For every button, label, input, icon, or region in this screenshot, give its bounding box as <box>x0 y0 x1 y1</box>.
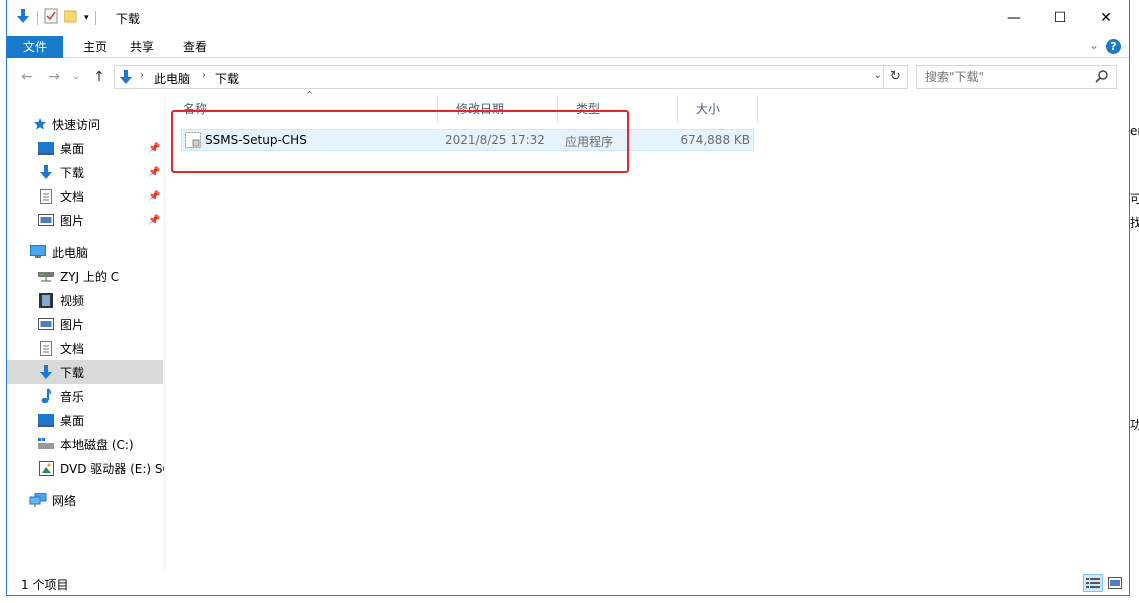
search-input[interactable] <box>925 69 1085 85</box>
ribbon-tabs: 文件 主页 共享 查看 ⌄ ? <box>7 36 1129 58</box>
highlight-box <box>171 110 629 173</box>
download-icon <box>37 163 55 181</box>
close-button[interactable]: ✕ <box>1083 0 1129 36</box>
sidebar-item-label: 快速访问 <box>52 117 101 132</box>
sidebar-item-documents[interactable]: 文档 <box>7 336 163 360</box>
desktop-icon <box>37 139 55 157</box>
network-icon <box>29 491 47 509</box>
help-icon[interactable]: ? <box>1106 39 1121 54</box>
document-icon <box>37 187 55 205</box>
sidebar-item-label: 此电脑 <box>52 245 89 260</box>
document-icon <box>37 339 55 357</box>
sidebar-item-desktop[interactable]: 桌面 <box>7 408 163 432</box>
recent-locations-button[interactable]: ⌄ <box>66 66 86 88</box>
sidebar-item-label: 文档 <box>60 189 85 204</box>
background-fragment: 功 <box>1130 418 1139 432</box>
sidebar-item-dvd-drive-e[interactable]: DVD 驱动器 (E:) SC <box>7 456 164 480</box>
column-header-size[interactable]: 大小 <box>678 95 758 123</box>
search-box[interactable] <box>916 65 1117 89</box>
pictures-icon <box>37 211 55 229</box>
maximize-button[interactable]: ☐ <box>1037 0 1083 36</box>
new-folder-icon[interactable] <box>63 9 78 26</box>
tab-share[interactable]: 共享 <box>117 36 167 58</box>
file-explorer-window: ▾ 下载 — ☐ ✕ 文件 主页 共享 查看 ⌄ ? ← → ⌄ ↑ › 此电脑… <box>6 0 1130 596</box>
breadcrumb-this-pc[interactable]: 此电脑 <box>154 70 190 87</box>
sidebar-item-pictures-pinned[interactable]: 图片 📌 <box>7 208 163 232</box>
status-bar: 1 个项目 <box>7 572 1129 594</box>
sidebar-item-label: 图片 <box>60 213 85 228</box>
sidebar-item-label: 桌面 <box>60 413 85 428</box>
breadcrumb-downloads[interactable]: 下载 <box>215 70 239 87</box>
sidebar-item-zyj-c[interactable]: ZYJ 上的 C <box>7 264 163 288</box>
sidebar-item-label: 下载 <box>60 165 85 180</box>
pin-icon[interactable]: 📌 <box>148 215 160 226</box>
sidebar-item-videos[interactable]: 视频 <box>7 288 163 312</box>
sidebar-item-pictures[interactable]: 图片 <box>7 312 163 336</box>
sidebar-item-downloads-pinned[interactable]: 下载 📌 <box>7 160 163 184</box>
pin-icon[interactable]: 📌 <box>148 143 160 154</box>
network-drive-icon <box>37 267 55 285</box>
back-button[interactable]: ← <box>17 66 37 88</box>
sidebar-item-music[interactable]: 音乐 <box>7 384 163 408</box>
properties-icon[interactable] <box>44 8 58 27</box>
navigation-bar: ← → ⌄ ↑ › 此电脑 › 下载 ⌄ ↻ <box>7 63 1129 91</box>
tab-home[interactable]: 主页 <box>70 36 120 58</box>
minimize-button[interactable]: — <box>991 0 1037 36</box>
customize-toolbar-icon[interactable]: ▾ <box>84 13 89 23</box>
up-button[interactable]: ↑ <box>89 66 109 88</box>
sidebar-item-label: 视频 <box>60 293 85 308</box>
background-fragment: er <box>1130 124 1139 138</box>
sidebar-item-label: 音乐 <box>60 389 85 404</box>
sidebar-item-desktop-pinned[interactable]: 桌面 📌 <box>7 136 163 160</box>
download-folder-icon <box>118 69 134 88</box>
star-icon <box>31 115 49 133</box>
sidebar-item-label: 桌面 <box>60 141 85 156</box>
pin-icon[interactable]: 📌 <box>148 167 160 178</box>
refresh-button[interactable]: ↻ <box>883 66 907 88</box>
window-title: 下载 <box>116 12 141 26</box>
address-bar[interactable]: › 此电脑 › 下载 ⌄ ↻ <box>114 65 908 89</box>
sidebar-item-label: ZYJ 上的 C <box>60 269 120 284</box>
pictures-icon <box>37 315 55 333</box>
breadcrumb-separator[interactable]: › <box>202 70 206 81</box>
pin-icon[interactable]: 📌 <box>148 191 160 202</box>
expand-ribbon-icon[interactable]: ⌄ <box>1089 38 1099 52</box>
details-view-button[interactable] <box>1083 574 1103 592</box>
tab-file[interactable]: 文件 <box>7 36 63 58</box>
sidebar-item-downloads[interactable]: 下载 <box>7 360 163 384</box>
desktop-icon <box>37 411 55 429</box>
breadcrumb-separator[interactable]: › <box>140 70 144 81</box>
address-history-dropdown-icon[interactable]: ⌄ <box>874 70 882 81</box>
download-arrow-icon <box>15 8 31 27</box>
sidebar-item-label: 网络 <box>52 493 77 508</box>
video-icon <box>37 291 55 309</box>
sidebar-item-label: 图片 <box>60 317 85 332</box>
sidebar-item-label: DVD 驱动器 (E:) SC <box>60 461 164 476</box>
item-count: 1 个项目 <box>21 578 69 592</box>
music-icon <box>37 387 55 405</box>
file-size: 674,888 KB <box>680 133 750 147</box>
large-icons-view-button[interactable] <box>1105 574 1125 592</box>
sidebar-item-network[interactable]: 网络 <box>7 488 163 512</box>
navigation-pane: 快速访问 桌面 📌 下载 📌 文档 📌 图片 📌 此电脑 ZYJ 上的 C 视频… <box>7 100 165 570</box>
sidebar-item-this-pc[interactable]: 此电脑 <box>7 240 163 264</box>
sidebar-item-label: 本地磁盘 (C:) <box>60 437 134 452</box>
sidebar-item-label: 文档 <box>60 341 85 356</box>
quick-access-toolbar: ▾ <box>15 8 96 27</box>
sidebar-item-label: 下载 <box>60 365 85 380</box>
dvd-drive-icon <box>37 459 55 477</box>
computer-icon <box>29 243 47 261</box>
sidebar-item-quick-access[interactable]: 快速访问 <box>7 112 163 136</box>
forward-button[interactable]: → <box>44 66 64 88</box>
background-fragment: 可 <box>1130 192 1139 206</box>
sidebar-item-documents-pinned[interactable]: 文档 📌 <box>7 184 163 208</box>
download-icon <box>37 363 55 381</box>
search-icon[interactable] <box>1095 69 1109 86</box>
background-fragment: 找 <box>1130 216 1139 230</box>
hard-drive-icon <box>37 435 55 453</box>
sidebar-item-local-disk-c[interactable]: 本地磁盘 (C:) <box>7 432 163 456</box>
tab-view[interactable]: 查看 <box>170 36 220 58</box>
title-bar: ▾ 下载 — ☐ ✕ <box>7 0 1129 36</box>
